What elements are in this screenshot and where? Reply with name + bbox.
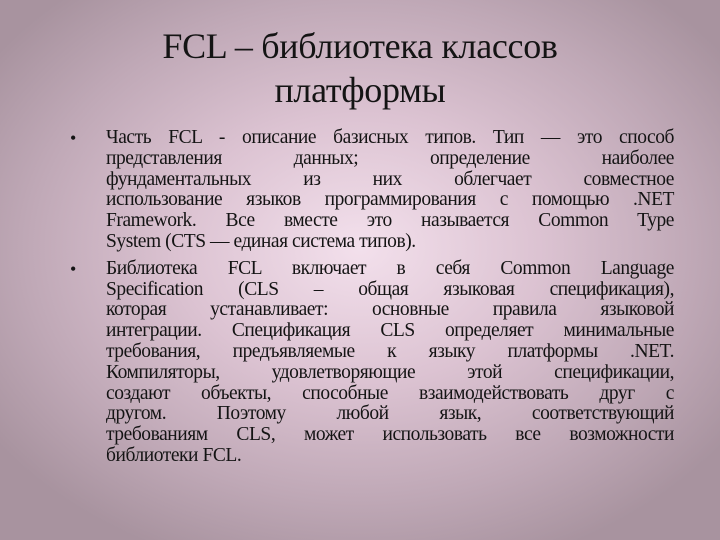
text-line: использование языков программирования с … bbox=[106, 189, 674, 211]
bullet-text: Библиотека FCL включает в себя Common La… bbox=[106, 257, 674, 467]
bullet-list: • Часть FCL - описание базисных типов. Т… bbox=[0, 127, 720, 473]
bullet-icon: • bbox=[70, 128, 77, 148]
bullet-item-cts: • Часть FCL - описание базисных типов. Т… bbox=[0, 127, 720, 253]
text-line: представления данных; определение наибол… bbox=[106, 147, 674, 169]
text-line: фундаментальных из них облегчает совмест… bbox=[106, 168, 674, 190]
text-line: System (CTS — единая система типов). bbox=[106, 230, 416, 252]
slide: FCL – библиотека классов платформы • Час… bbox=[0, 0, 720, 540]
text-line: библиотеки FCL. bbox=[106, 444, 242, 466]
title-line-2: платформы bbox=[274, 70, 446, 110]
slide-title: FCL – библиотека классов платформы bbox=[100, 24, 620, 112]
text-line: Specification (CLS – общая языковая спец… bbox=[106, 278, 674, 300]
bullet-text: Часть FCL - описание базисных типов. Тип… bbox=[106, 127, 674, 253]
bullet-icon: • bbox=[70, 258, 77, 279]
bullet-item-cls: • Библиотека FCL включает в себя Common … bbox=[0, 257, 720, 467]
text-line: Компиляторы, удовлетворяющие этой специф… bbox=[106, 361, 674, 383]
text-line: Framework. Все вместе это называется Com… bbox=[106, 210, 674, 232]
text-line: интеграции. Спецификация CLS определяет … bbox=[106, 320, 674, 342]
text-line: создают объекты, способные взаимодейство… bbox=[106, 382, 674, 404]
text-line: Библиотека FCL включает в себя Common La… bbox=[106, 257, 674, 279]
text-line: которая устанавливает: основные правила … bbox=[106, 299, 674, 321]
title-line-1: FCL – библиотека классов bbox=[162, 26, 558, 66]
text-line: требования, предъявляемые к языку платфо… bbox=[106, 340, 674, 362]
text-line: другом. Поэтому любой язык, соответствую… bbox=[106, 403, 674, 425]
text-line: Часть FCL - описание базисных типов. Тип… bbox=[106, 127, 674, 148]
text-line: требованиям CLS, может использовать все … bbox=[106, 424, 674, 446]
